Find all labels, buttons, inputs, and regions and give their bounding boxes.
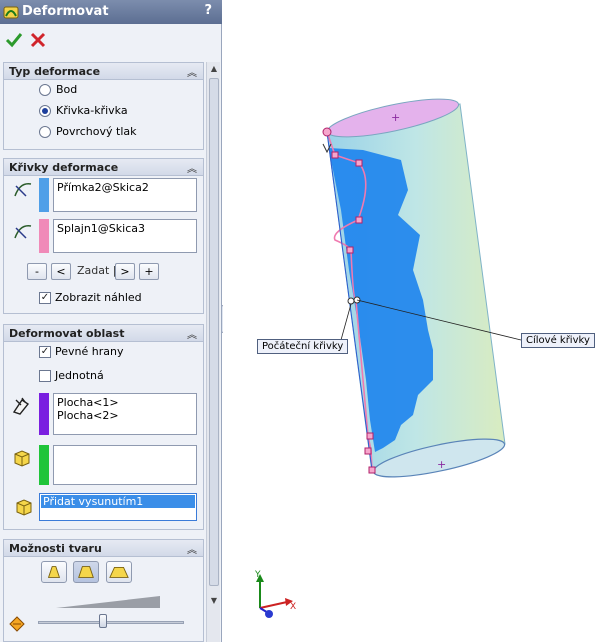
section-deform-region: Deformovat oblast ︽ ✓ Pevné hrany Jednot…	[3, 324, 204, 530]
section-header[interactable]: Křivky deformace ︽	[3, 158, 204, 176]
collapse-icon[interactable]: ︽	[187, 326, 197, 341]
ok-cancel-row	[0, 26, 222, 56]
control-point[interactable]	[346, 246, 354, 254]
curve-list-item[interactable]: Přímka2@Skica2	[57, 181, 149, 194]
start-point-handle[interactable]	[322, 127, 332, 137]
model-graphics[interactable]: + + Y X	[223, 0, 598, 642]
section-shape-options: Možnosti tvaru ︽	[3, 539, 204, 642]
remove-button[interactable]: -	[27, 263, 47, 280]
control-point[interactable]	[368, 466, 376, 474]
uniform-checkbox[interactable]	[39, 370, 51, 382]
collapse-icon[interactable]: ︽	[187, 64, 197, 79]
color-swatch-green	[39, 445, 49, 485]
shape-stiffness-medium-button[interactable]	[73, 561, 99, 583]
section-title: Typ deformace	[9, 65, 101, 78]
scroll-up-icon[interactable]: ▲	[209, 64, 219, 74]
help-icon[interactable]: ?	[204, 3, 212, 18]
control-point[interactable]	[355, 159, 363, 167]
faces-list-item[interactable]: Plocha<2>	[57, 409, 193, 422]
add-button[interactable]: +	[139, 263, 159, 280]
curve-list-1[interactable]: Přímka2@Skica2	[53, 178, 197, 212]
graphics-viewport[interactable]: + + Y X Počáteční křivky Cílové křivky	[223, 0, 598, 642]
callout-initial-curves[interactable]: Počáteční křivky	[257, 339, 349, 354]
section-body	[3, 557, 204, 642]
accuracy-ramp-icon	[56, 596, 160, 608]
section-body: Bod Křivka-křivka Povrchový tlak	[3, 80, 204, 150]
radio-surface-push[interactable]	[39, 126, 51, 138]
scroll-thumb[interactable]	[209, 78, 219, 586]
body-cube-icon	[16, 499, 32, 516]
section-deform-type: Typ deformace ︽ Bod Křivka-křivka Povrch…	[3, 62, 204, 150]
radio-surface-label: Povrchový tlak	[56, 125, 137, 138]
section-header[interactable]: Možnosti tvaru ︽	[3, 539, 204, 557]
cylinder-model[interactable]	[325, 91, 507, 484]
curve-list-2[interactable]: Splajn1@Skica3	[53, 219, 197, 253]
bodies-list-item-selected[interactable]: Přidat vysunutím1	[41, 495, 195, 508]
faces-list[interactable]: Plocha<1> Plocha<2>	[53, 393, 197, 435]
top-center-marker: +	[391, 111, 400, 124]
accuracy-slider-thumb[interactable]	[99, 614, 107, 628]
ok-button[interactable]	[4, 30, 24, 50]
section-body: Přímka2@Skica2 Splajn1@Skica3 - < Zadat …	[3, 176, 204, 314]
section-title: Křivky deformace	[9, 161, 119, 174]
section-deform-curves: Křivky deformace ︽ Přímka2@Skica2 Splajn…	[3, 158, 204, 314]
axis-x-label: X	[290, 602, 296, 612]
section-header[interactable]: Deformovat oblast ︽	[3, 324, 204, 342]
section-title: Deformovat oblast	[9, 327, 125, 340]
shape-accuracy-icon	[9, 616, 25, 632]
fixed-edges-checkbox[interactable]: ✓	[39, 346, 51, 358]
callout-anchor	[347, 297, 355, 305]
fixed-faces-icon	[12, 397, 30, 415]
faces-list-item[interactable]: Plocha<1>	[57, 396, 193, 409]
radio-curve-to-curve[interactable]	[39, 105, 51, 117]
shape-stiffness-min-button[interactable]	[41, 561, 67, 583]
color-swatch-pink	[39, 219, 49, 253]
bodies-list[interactable]: Přidat vysunutím1	[39, 493, 197, 521]
control-point[interactable]	[366, 432, 374, 440]
axis-y-label: Y	[254, 570, 261, 580]
axis-triad: Y X	[254, 570, 296, 618]
deform-app: Deformovat ? ▲ ▼ Typ deformace ︽ Bod Kři…	[0, 0, 598, 642]
stiffness-max-icon	[109, 567, 129, 578]
previous-button[interactable]: <	[51, 263, 71, 280]
preview-label: Zobrazit náhled	[55, 291, 142, 304]
panel-titlebar: Deformovat ?	[0, 0, 222, 24]
control-point[interactable]	[331, 151, 339, 159]
color-swatch-purple	[39, 393, 49, 435]
callout-target-curves[interactable]: Cílové křivky	[521, 333, 595, 348]
curve-list-item[interactable]: Splajn1@Skica3	[57, 222, 145, 235]
panel-title: Deformovat	[22, 4, 109, 19]
section-title: Možnosti tvaru	[9, 542, 102, 555]
zadat-label: Zadat |	[77, 264, 117, 277]
panel-scrollbar[interactable]: ▲ ▼	[206, 62, 220, 642]
empty-selection-list[interactable]	[53, 445, 197, 485]
collapse-icon[interactable]: ︽	[187, 160, 197, 175]
deform-feature-icon	[3, 6, 19, 19]
preview-checkbox[interactable]: ✓	[39, 292, 51, 304]
section-body: ✓ Pevné hrany Jednotná Plocha<1> Plocha<…	[3, 342, 204, 530]
stiffness-medium-icon	[78, 566, 94, 578]
radio-curve-label: Křivka-křivka	[56, 104, 128, 117]
stiffness-min-icon	[47, 566, 61, 578]
next-button[interactable]: >	[115, 263, 135, 280]
shape-stiffness-max-button[interactable]	[106, 561, 132, 583]
cancel-button[interactable]	[28, 30, 48, 50]
uniform-label: Jednotná	[55, 369, 104, 382]
radio-point-label: Bod	[56, 83, 78, 96]
bottom-center-marker: +	[437, 458, 446, 471]
callout-leader-start	[340, 303, 352, 341]
section-header[interactable]: Typ deformace ︽	[3, 62, 204, 80]
radio-point[interactable]	[39, 84, 51, 96]
property-manager: Deformovat ? ▲ ▼ Typ deformace ︽ Bod Kři…	[0, 0, 222, 642]
fixed-edges-label: Pevné hrany	[55, 345, 124, 358]
color-swatch-blue	[39, 178, 49, 212]
scroll-down-icon[interactable]: ▼	[209, 596, 219, 606]
initial-curve-icon	[14, 183, 32, 197]
control-point[interactable]	[364, 447, 372, 455]
accuracy-slider-track[interactable]	[38, 621, 184, 624]
body-cube-icon	[14, 450, 30, 467]
collapse-icon[interactable]: ︽	[187, 541, 197, 556]
control-point[interactable]	[355, 216, 363, 224]
target-curve-icon	[14, 225, 32, 239]
